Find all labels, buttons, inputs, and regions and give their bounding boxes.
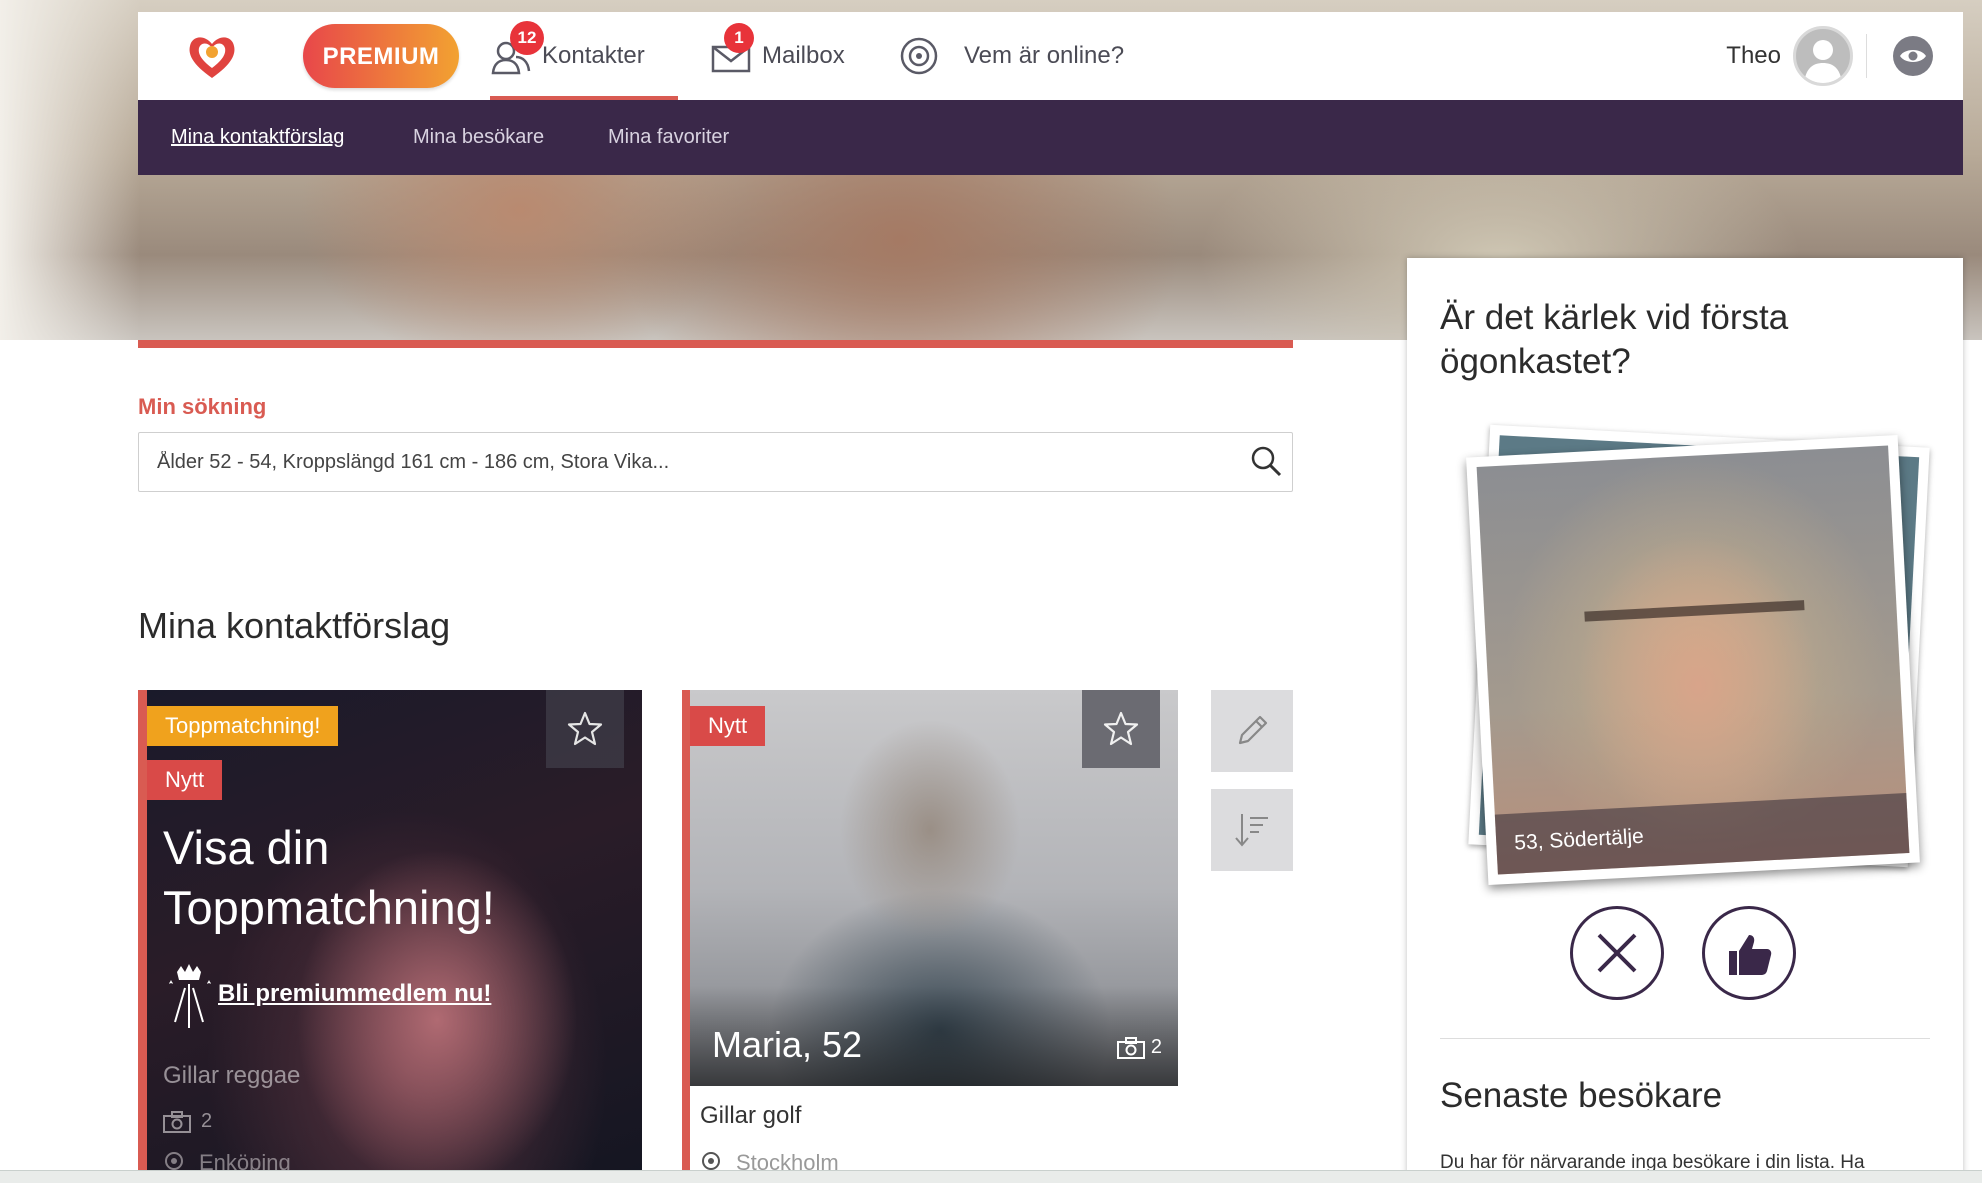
recent-visitors-title: Senaste besökare <box>1440 1076 1723 1115</box>
user-name: Theo <box>1726 42 1781 69</box>
section-title: Mina kontaktförslag <box>138 605 451 646</box>
love-at-first-sight-panel: Är det kärlek vid första ögonkastet? 53,… <box>1407 258 1963 1182</box>
sort-icon <box>1235 814 1268 847</box>
bottom-scroll-strip <box>0 1170 1982 1183</box>
card-accent <box>138 690 147 1170</box>
tag-new: Nytt <box>690 706 766 746</box>
eye-icon[interactable] <box>1893 36 1933 76</box>
suggested-profile-photo[interactable]: 53, Södertälje <box>1466 434 1920 886</box>
premium-headline: Visa din Toppmatchning! <box>163 821 495 934</box>
panel-divider <box>1440 1038 1930 1039</box>
favorite-button[interactable] <box>546 690 624 768</box>
topbar-divider <box>1866 34 1867 78</box>
match-card-maria[interactable]: Nytt Maria, 52 2 Gillar golf Stockholm <box>682 690 1178 1170</box>
hero-fade <box>0 0 140 340</box>
fireworks-icon <box>169 964 211 1028</box>
photo-glasses <box>1584 600 1808 672</box>
subnav-besokare[interactable]: Mina besökare <box>413 100 544 175</box>
top-navigation: PREMIUM 12 Kontakter 1 Mailbox Vem är on… <box>138 12 1963 100</box>
camera-icon <box>1116 1036 1145 1059</box>
premium-button[interactable]: PREMIUM <box>303 24 459 88</box>
hero-accent-line <box>138 340 1293 348</box>
mailbox-badge: 1 <box>724 23 754 53</box>
nav-mailbox[interactable]: 1 Mailbox <box>710 12 845 100</box>
reject-button[interactable] <box>1570 906 1664 1000</box>
match-card-premium[interactable]: Toppmatchning! Nytt Visa din Toppmatchni… <box>138 690 642 1170</box>
user-menu[interactable]: Theo <box>1726 26 1853 86</box>
subnav-favoriter[interactable]: Mina favoriter <box>608 100 729 175</box>
thumbs-up-icon <box>1729 935 1772 975</box>
location-pin-icon <box>702 1152 720 1170</box>
card-photo-count-value: 2 <box>1150 1036 1162 1058</box>
search-icon[interactable] <box>1250 445 1282 477</box>
search-box[interactable] <box>138 432 1293 492</box>
logo-heart-icon[interactable] <box>184 28 240 84</box>
tag-new: Nytt <box>147 760 223 800</box>
card-accent <box>682 690 690 1170</box>
search-input[interactable] <box>155 433 1239 491</box>
become-premium-link[interactable]: Bli premiummedlem nu! <box>218 980 491 1008</box>
nav-online-label: Vem är online? <box>964 42 1125 69</box>
camera-icon <box>163 1110 191 1133</box>
profile-name-age[interactable]: Maria, 52 <box>712 1024 862 1066</box>
star-icon <box>567 711 603 746</box>
star-icon <box>1103 711 1139 746</box>
card-city-name: Stockholm <box>736 1150 839 1170</box>
contacts-badge: 12 <box>510 21 544 55</box>
nav-kontakter-label: Kontakter <box>542 42 645 69</box>
close-icon <box>1597 933 1637 973</box>
card-city: Enköping <box>163 1150 291 1170</box>
tag-topmatch: Toppmatchning! <box>147 706 339 746</box>
nav-kontakter[interactable]: 12 Kontakter <box>490 12 678 100</box>
card-interest: Gillar reggae <box>163 1062 301 1089</box>
radar-icon <box>898 35 940 77</box>
like-button[interactable] <box>1702 906 1796 1000</box>
avatar[interactable] <box>1793 26 1853 86</box>
subnav-kontaktforslag[interactable]: Mina kontaktförslag <box>171 100 344 175</box>
card-photo-count: 2 <box>1116 1036 1162 1059</box>
panel-title: Är det kärlek vid första ögonkastet? <box>1440 298 1789 381</box>
mail-icon: 1 <box>710 23 754 77</box>
card-interest: Gillar golf <box>700 1102 802 1129</box>
location-pin-icon <box>165 1152 183 1170</box>
pencil-icon <box>1238 715 1268 745</box>
contacts-icon: 12 <box>490 21 544 77</box>
card-city-name: Enköping <box>199 1150 291 1170</box>
edit-search-button[interactable] <box>1211 690 1293 772</box>
card-city: Stockholm <box>700 1150 839 1170</box>
favorite-button[interactable] <box>1082 690 1160 768</box>
search-label: Min sökning <box>138 394 267 419</box>
nav-mailbox-label: Mailbox <box>762 42 845 69</box>
sort-button[interactable] <box>1211 789 1293 871</box>
nav-online[interactable]: Vem är online? <box>898 12 1124 100</box>
card-photo-count: 2 <box>163 1110 212 1133</box>
card-photo-count-value: 2 <box>201 1110 213 1132</box>
sub-navigation: Mina kontaktförslag Mina besökare Mina f… <box>138 100 1963 175</box>
